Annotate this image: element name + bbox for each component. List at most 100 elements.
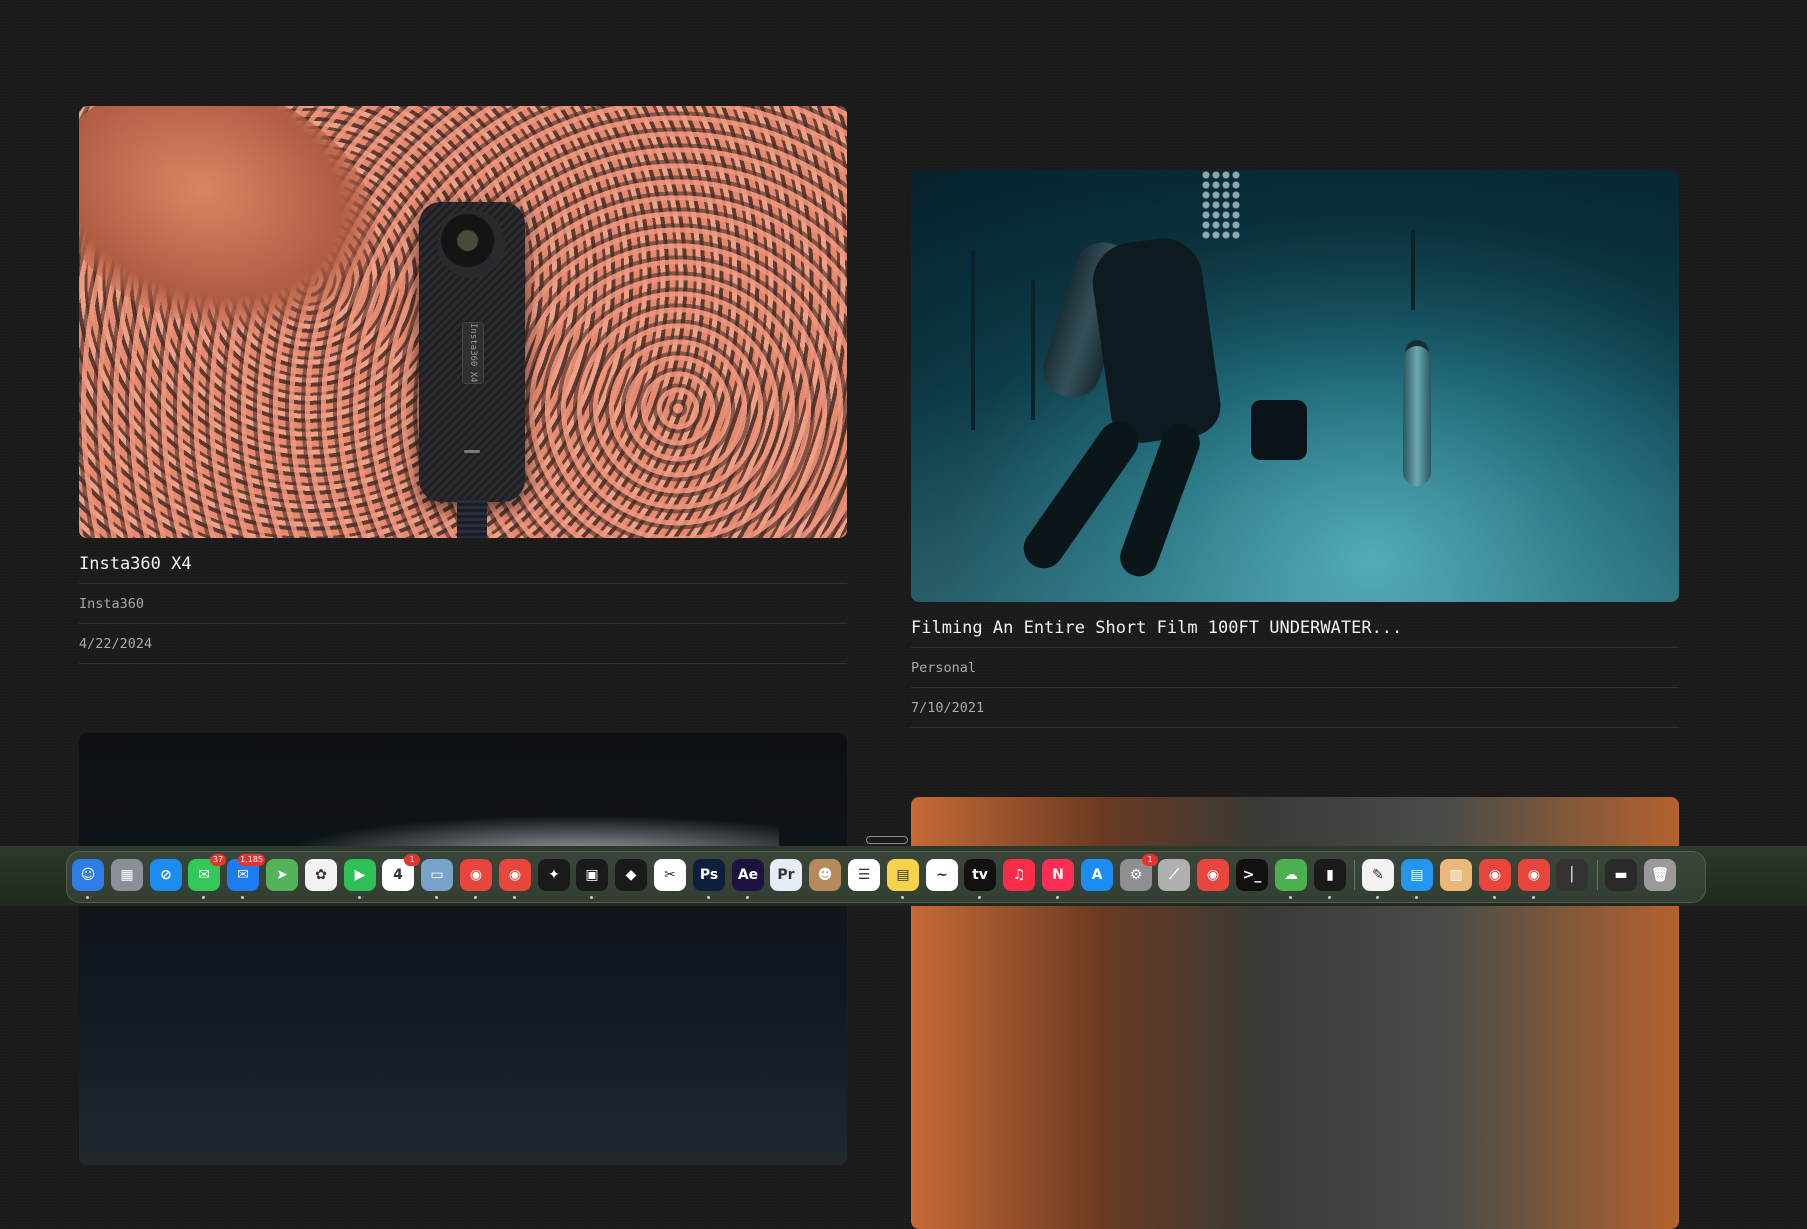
- dock-glyph: ◉: [508, 867, 522, 883]
- project-thumbnail[interactable]: Insta360 X4: [79, 106, 847, 538]
- dock-glyph: ▮: [1326, 867, 1334, 883]
- dock-glyph: ➤: [276, 867, 288, 883]
- dock-glyph: ▦: [120, 867, 134, 883]
- dock-glyph: │: [1567, 867, 1577, 883]
- dock-glyph: ✿: [315, 867, 327, 883]
- project-title[interactable]: Filming An Entire Short Film 100FT UNDER…: [911, 602, 1679, 648]
- project-card-partial[interactable]: [79, 733, 847, 1165]
- pen-icon[interactable]: │: [1556, 859, 1588, 891]
- music-icon[interactable]: ♫: [1003, 859, 1035, 891]
- dock-glyph: ☺: [80, 867, 96, 883]
- chatgpt-icon[interactable]: ✦: [538, 859, 570, 891]
- project-card-underwater[interactable]: Filming An Entire Short Film 100FT UNDER…: [911, 170, 1679, 728]
- dock-glyph: A: [1091, 867, 1103, 883]
- safari-icon[interactable]: ⊘: [150, 859, 182, 891]
- dock-glyph: ✎: [1372, 867, 1384, 883]
- dock-glyph: ~: [936, 867, 948, 883]
- dock-glyph: ✂: [664, 867, 676, 883]
- camera-image-detail: Insta360 X4: [419, 202, 525, 502]
- running-indicator: [1056, 896, 1059, 899]
- capcut-icon[interactable]: ✂: [654, 859, 686, 891]
- running-indicator: [1532, 896, 1535, 899]
- textedit-icon[interactable]: ✎: [1362, 859, 1394, 891]
- dock-glyph: ✦: [548, 867, 560, 883]
- dock-glyph: ◉: [1206, 867, 1220, 883]
- dock-glyph: ✉: [198, 867, 210, 883]
- dock-glyph: Ae: [737, 867, 759, 883]
- freeform-icon[interactable]: ~: [926, 859, 958, 891]
- project-title[interactable]: Insta360 X4: [79, 538, 847, 584]
- mail-icon[interactable]: ✉ 1,185: [227, 854, 265, 891]
- tool-icon[interactable]: ⟋: [1158, 859, 1190, 891]
- preview-icon[interactable]: ▭: [421, 859, 453, 891]
- notification-badge: 1: [1142, 854, 1158, 866]
- notification-badge: 37: [210, 854, 226, 866]
- chrome-icon[interactable]: ◉: [1479, 859, 1511, 891]
- running-indicator: [707, 896, 710, 899]
- running-indicator: [241, 896, 244, 899]
- project-thumbnail[interactable]: [911, 170, 1679, 602]
- robot-icon[interactable]: ▣: [576, 859, 608, 891]
- running-indicator: [1289, 896, 1292, 899]
- dock-glyph: ▤: [896, 867, 910, 883]
- chrome-icon[interactable]: ◉: [499, 859, 531, 891]
- running-indicator: [901, 896, 904, 899]
- apple-tv-icon[interactable]: tv: [964, 859, 996, 891]
- photos-icon[interactable]: ✿: [305, 859, 337, 891]
- scroll-handle[interactable]: [866, 836, 908, 844]
- trash-icon[interactable]: 🗑: [1644, 859, 1676, 891]
- chrome-icon[interactable]: ◉: [1518, 859, 1550, 891]
- chrome-icon[interactable]: ◉: [460, 859, 492, 891]
- dock-glyph: ▭: [430, 867, 444, 883]
- running-indicator: [978, 896, 981, 899]
- after-effects-icon[interactable]: Ae: [732, 859, 764, 891]
- dock-glyph: tv: [972, 867, 988, 883]
- dock-glyph: ✉: [237, 867, 249, 883]
- news-icon[interactable]: N: [1042, 859, 1074, 891]
- maps-icon[interactable]: ➤: [266, 859, 298, 891]
- facetime-icon[interactable]: ▶: [344, 859, 376, 891]
- dock-glyph: ▥: [1449, 867, 1463, 883]
- project-date: 4/22/2024: [79, 624, 847, 664]
- notes-icon[interactable]: ▤: [887, 859, 919, 891]
- project-thumbnail[interactable]: [79, 733, 847, 1165]
- notification-badge: 1: [404, 854, 420, 866]
- terminal-icon[interactable]: >_: [1236, 859, 1268, 891]
- reminders-icon[interactable]: ☰: [848, 859, 880, 891]
- dock-glyph: ◆: [625, 867, 637, 883]
- dock-glyph: ♫: [1012, 867, 1026, 883]
- dock-glyph: ⚙: [1129, 867, 1143, 883]
- dock-glyph: ☰: [857, 867, 871, 883]
- running-indicator: [513, 896, 516, 899]
- cube-icon[interactable]: ◆: [615, 859, 647, 891]
- settings-icon[interactable]: ⚙ 1: [1120, 854, 1158, 891]
- dock-glyph: N: [1052, 867, 1064, 883]
- photoshop-icon[interactable]: Ps: [693, 859, 725, 891]
- audio-meter-icon[interactable]: ▮: [1314, 859, 1346, 891]
- dock-glyph: ▬: [1614, 867, 1628, 883]
- chrome-icon[interactable]: ◉: [1197, 859, 1229, 891]
- project-client: Insta360: [79, 584, 847, 624]
- contacts-icon[interactable]: ☻: [809, 859, 841, 891]
- cloud-upload-icon[interactable]: ☁: [1275, 859, 1307, 891]
- calendar-icon[interactable]: 41: [382, 854, 420, 891]
- project-card-insta360[interactable]: Insta360 X4 Insta360 X4 Insta360 4/22/20…: [79, 106, 847, 664]
- app-store-icon[interactable]: A: [1081, 859, 1113, 891]
- dock-glyph: Pr: [777, 867, 795, 883]
- project-date: 7/10/2021: [911, 688, 1679, 728]
- running-indicator: [358, 896, 361, 899]
- running-indicator: [1415, 896, 1418, 899]
- finder-icon[interactable]: ☺: [72, 859, 104, 891]
- premiere-icon[interactable]: Pr: [770, 859, 802, 891]
- docker-icon[interactable]: ▤: [1401, 859, 1433, 891]
- screen-icon[interactable]: ▬: [1605, 859, 1637, 891]
- launchpad-icon[interactable]: ▦: [111, 859, 143, 891]
- running-indicator: [474, 896, 477, 899]
- dock-separator: [1354, 860, 1355, 890]
- archive-icon[interactable]: ▥: [1440, 859, 1472, 891]
- messages-icon[interactable]: ✉ 37: [188, 854, 226, 891]
- running-indicator: [202, 896, 205, 899]
- dock-glyph: ▣: [585, 867, 599, 883]
- running-indicator: [1328, 896, 1331, 899]
- dock-glyph: ☁: [1284, 867, 1298, 883]
